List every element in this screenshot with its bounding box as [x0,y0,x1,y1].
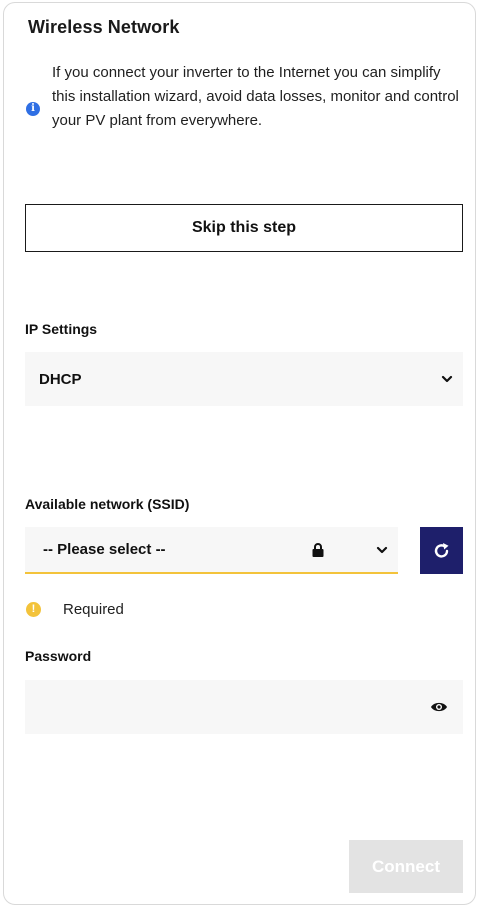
connect-button[interactable]: Connect [349,840,463,893]
ssid-value: -- Please select -- [43,541,166,558]
ip-settings-value: DHCP [39,370,82,388]
info-text: If you connect your inverter to the Inte… [52,64,459,129]
page-title: Wireless Network [28,17,180,37]
password-input[interactable] [25,680,415,734]
ssid-required-hint: ! Required [26,599,124,619]
lock-icon [312,543,324,557]
info-message: i If you connect your inverter to the In… [26,61,466,165]
wireless-network-card: Wireless Network i If you connect your i… [3,2,476,905]
warning-icon: ! [26,601,41,617]
chevron-down-icon [441,375,453,383]
ssid-label: Available network (SSID) [25,496,190,512]
ip-settings-label: IP Settings [25,321,98,337]
eye-icon[interactable] [430,700,448,714]
refresh-networks-button[interactable] [420,527,463,574]
refresh-icon [434,542,448,558]
skip-step-button[interactable]: Skip this step [25,204,463,252]
ip-settings-select[interactable]: DHCP [25,352,463,406]
required-text: Required [63,600,124,618]
info-icon: i [26,102,40,116]
chevron-down-icon [376,546,388,554]
ssid-select[interactable]: -- Please select -- [25,527,398,574]
password-label: Password [25,648,92,664]
password-field [25,680,463,734]
